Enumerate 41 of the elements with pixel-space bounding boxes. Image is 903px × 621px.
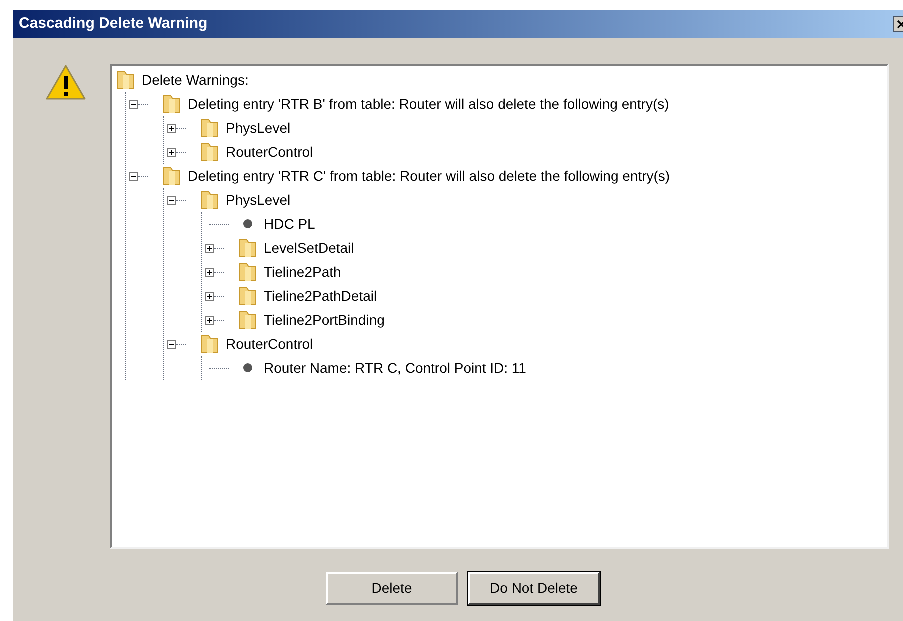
tree-item-label[interactable]: RouterControl <box>226 142 314 162</box>
tree-item-label[interactable]: HDC PL <box>264 214 316 234</box>
folder-icon <box>237 309 259 331</box>
window-title: Cascading Delete Warning <box>19 14 208 34</box>
tree-item-label[interactable]: LevelSetDetail <box>264 238 354 258</box>
folder-icon <box>237 285 259 307</box>
tree-item-label[interactable]: PhysLevel <box>226 118 291 138</box>
dialog-button[interactable]: Do Not Delete <box>468 572 600 605</box>
tree-item-label[interactable]: Delete Warnings: <box>142 70 249 90</box>
collapse-icon[interactable] <box>167 340 176 348</box>
expand-icon[interactable] <box>167 124 176 132</box>
expand-icon[interactable] <box>205 244 214 252</box>
expand-icon[interactable] <box>205 316 214 324</box>
collapse-icon[interactable] <box>129 100 138 108</box>
folder-icon <box>199 117 221 139</box>
folder-icon <box>199 141 221 163</box>
warning-icon <box>44 64 86 102</box>
close-icon <box>896 20 903 28</box>
collapse-icon[interactable] <box>129 172 138 180</box>
folder-icon <box>237 237 259 259</box>
tree-item-label[interactable]: PhysLevel <box>226 190 291 210</box>
folder-icon <box>199 333 221 355</box>
tree-item-label[interactable]: Router Name: RTR C, Control Point ID: 11 <box>264 358 526 378</box>
expand-icon[interactable] <box>167 148 176 156</box>
tree-item-label[interactable]: Tieline2PortBinding <box>264 310 385 330</box>
tree-item-label[interactable]: Tieline2Path <box>264 262 342 282</box>
folder-icon <box>115 69 137 91</box>
folder-icon <box>199 189 221 211</box>
expand-icon[interactable] <box>205 268 214 276</box>
bullet-icon <box>243 363 253 373</box>
collapse-icon[interactable] <box>167 196 176 204</box>
folder-icon <box>237 261 259 283</box>
bullet-icon <box>243 219 253 229</box>
tree-item-label[interactable]: RouterControl <box>226 334 314 354</box>
dialog-button[interactable]: Delete <box>326 572 458 605</box>
tree-item-label[interactable]: Deleting entry 'RTR B' from table: Router will also delete the following entry(s) <box>188 94 670 114</box>
folder-icon <box>161 93 183 115</box>
expand-icon[interactable] <box>205 292 214 300</box>
folder-icon <box>161 165 183 187</box>
tree-item-label[interactable]: Tieline2PathDetail <box>264 286 378 306</box>
tree-item-label[interactable]: Deleting entry 'RTR C' from table: Router will also delete the following entry(s) <box>188 166 670 186</box>
